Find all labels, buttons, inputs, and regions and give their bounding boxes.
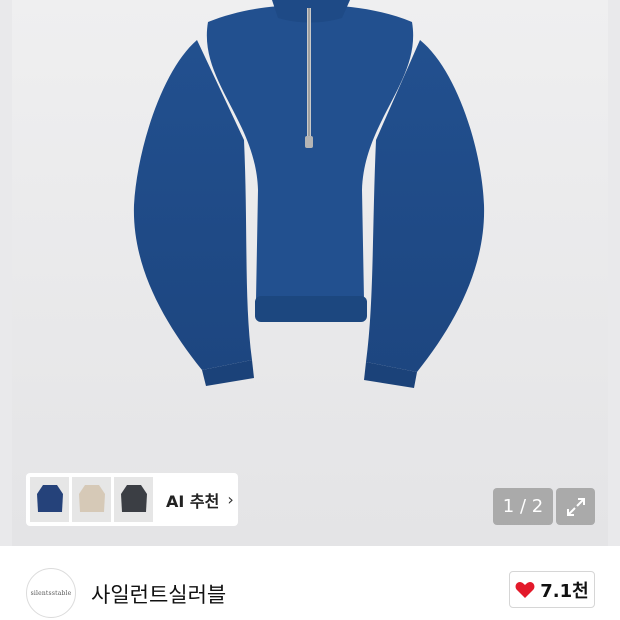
heart-icon [515, 581, 535, 598]
expand-icon [566, 497, 585, 516]
ai-recommend-label[interactable]: AI 추천 [166, 488, 219, 512]
store-info-bar: silentsstable 사일런트실러블 7.1천 [0, 546, 620, 620]
blue-sweater-thumb-icon [36, 484, 63, 512]
store-logo[interactable]: silentsstable [26, 568, 76, 618]
ai-recommendation-box[interactable]: AI 추천 › [26, 473, 238, 526]
beige-sweater-thumb-icon [78, 484, 105, 512]
product-image-area[interactable]: AI 추천 › 1 / 2 [0, 0, 620, 546]
store-logo-text: silentsstable [30, 589, 72, 597]
charcoal-jacket-thumb-icon [120, 484, 147, 512]
like-button[interactable]: 7.1천 [509, 571, 595, 608]
thumbnail-blue-sweater[interactable] [30, 477, 69, 522]
expand-image-button[interactable] [556, 488, 595, 525]
product-sweater-image [133, 0, 485, 388]
product-image[interactable] [12, 0, 608, 546]
thumbnail-beige-sweater[interactable] [72, 477, 111, 522]
image-page-counter: 1 / 2 [493, 488, 553, 525]
like-count: 7.1천 [540, 580, 589, 602]
chevron-right-icon[interactable]: › [227, 490, 233, 509]
thumbnail-charcoal-jacket[interactable] [114, 477, 153, 522]
store-name[interactable]: 사일런트실러블 [91, 579, 226, 609]
